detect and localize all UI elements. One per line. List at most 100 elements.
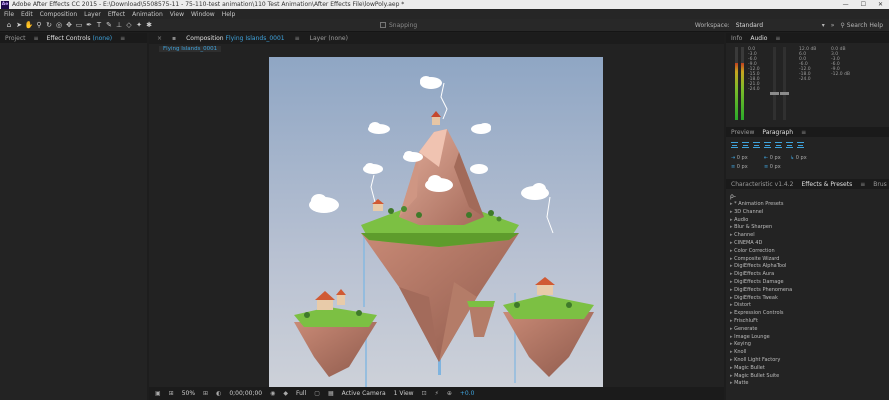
resolution-dropdown[interactable]: Full (296, 390, 306, 397)
region-icon[interactable]: ⊞ (169, 390, 174, 397)
menu-file[interactable]: File (4, 11, 14, 18)
list-item[interactable]: Distort (730, 302, 885, 310)
indent-left-field[interactable]: ⇥ 0 px (731, 155, 748, 161)
pixel-aspect-icon[interactable]: ⊡ (422, 390, 427, 397)
channel-icon[interactable]: ◆ (283, 390, 288, 397)
menu-view[interactable]: View (170, 11, 184, 18)
lock-icon[interactable]: ▪ (172, 35, 176, 42)
list-item[interactable]: DigiEffects AlphaTool (730, 263, 885, 271)
eraser-icon[interactable]: ◇ (124, 20, 134, 30)
clone-stamp-icon[interactable]: ⊥ (114, 20, 124, 30)
panel-menu-icon[interactable]: ≡ (120, 35, 125, 42)
list-item[interactable]: Color Correction (730, 248, 885, 256)
list-item[interactable]: Image Lounge (730, 334, 885, 342)
always-preview-icon[interactable]: ▣ (155, 390, 161, 397)
list-item[interactable]: * Animation Presets (730, 201, 885, 209)
menu-edit[interactable]: Edit (21, 11, 33, 18)
fast-preview-icon[interactable]: ⚡ (435, 390, 439, 397)
tab-layer[interactable]: Layer (none) (310, 35, 348, 42)
menu-layer[interactable]: Layer (84, 11, 101, 18)
tab-composition[interactable]: Composition Flying Islands_0001 (186, 35, 285, 42)
list-item[interactable]: Magic Bullet Suite (730, 373, 885, 381)
list-item[interactable]: DigiEffects Tweak (730, 295, 885, 303)
region-of-interest-icon[interactable]: ▢ (314, 390, 320, 397)
list-item[interactable]: Matte (730, 380, 885, 388)
pen-icon[interactable]: ✒ (84, 20, 94, 30)
list-item[interactable]: CINEMA 4D (730, 240, 885, 248)
justify-all-icon[interactable] (797, 142, 804, 148)
align-right-icon[interactable] (753, 142, 760, 148)
roto-brush-icon[interactable]: ✦ (134, 20, 144, 30)
panel-menu-icon[interactable]: ≡ (295, 35, 300, 42)
list-item[interactable]: Composite Wizard (730, 256, 885, 264)
composition-flowchart-tab[interactable]: Flying Islands_0001 (159, 45, 222, 52)
workspace-dropdown[interactable]: Standard (736, 22, 816, 29)
list-item[interactable]: Keying (730, 341, 885, 349)
flowchart-icon[interactable]: ⊕ (447, 390, 452, 397)
list-item[interactable]: Channel (730, 232, 885, 240)
menu-help[interactable]: Help (222, 11, 236, 18)
maximize-icon[interactable]: ☐ (861, 1, 866, 8)
selection-icon[interactable]: ➤ (14, 20, 24, 30)
grid-icon[interactable]: ⊞ (203, 390, 208, 397)
list-item[interactable]: Knoll (730, 349, 885, 357)
snapping-checkbox[interactable] (380, 22, 386, 28)
volume-slider-right[interactable] (783, 47, 786, 120)
menu-composition[interactable]: Composition (40, 11, 77, 18)
indent-first-line-field[interactable]: ↳ 0 px (790, 155, 807, 161)
exposure-value[interactable]: +0.0 (460, 390, 475, 397)
panel-menu-icon[interactable]: ≡ (860, 181, 865, 188)
menu-animation[interactable]: Animation (132, 11, 163, 18)
justify-last-left-icon[interactable] (764, 142, 771, 148)
minimize-icon[interactable]: — (843, 1, 849, 8)
rotate-icon[interactable]: ↻ (44, 20, 54, 30)
camera-dropdown[interactable]: Active Camera (342, 390, 386, 397)
close-icon[interactable]: ✕ (878, 1, 883, 8)
workspace-menu-icon[interactable]: » (831, 22, 835, 29)
home-icon[interactable]: ⌂ (4, 20, 14, 30)
current-time[interactable]: 0;00;00;00 (229, 390, 262, 397)
space-before-field[interactable]: ≡ 0 px (731, 164, 748, 170)
tab-effects-presets[interactable]: Effects & Presets (801, 181, 852, 188)
align-center-icon[interactable] (742, 142, 749, 148)
search-icon[interactable]: ⚲ (840, 22, 844, 29)
align-left-icon[interactable] (731, 142, 738, 148)
camera-orbit-icon[interactable]: ◎ (54, 20, 64, 30)
panel-menu-icon[interactable]: ≡ (801, 129, 806, 136)
type-icon[interactable]: T (94, 20, 104, 30)
brush-icon[interactable]: ✎ (104, 20, 114, 30)
list-item[interactable]: DigiEffects Damage (730, 279, 885, 287)
list-item[interactable]: DigiEffects Aura (730, 271, 885, 279)
panel-menu-icon[interactable]: ≡ (775, 35, 780, 42)
list-item[interactable]: Magic Bullet (730, 365, 885, 373)
tab-characteristic[interactable]: Characteristic v1.4.2 (731, 181, 793, 188)
tab-effect-controls[interactable]: Effect Controls (none) (47, 35, 113, 42)
list-item[interactable]: FrischluFt (730, 318, 885, 326)
tab-preview[interactable]: Preview (731, 129, 754, 136)
close-icon[interactable]: × (157, 35, 162, 42)
transparency-grid-icon[interactable]: ▦ (328, 390, 334, 397)
zoom-icon[interactable]: ⚲ (34, 20, 44, 30)
space-after-field[interactable]: ≡ 0 px (764, 164, 781, 170)
list-item[interactable]: DigiEffects Phenomena (730, 287, 885, 295)
tab-project[interactable]: Project (5, 35, 26, 42)
list-item[interactable]: 3D Channel (730, 209, 885, 217)
list-item[interactable]: Expression Controls (730, 310, 885, 318)
effects-search-input[interactable]: ρ- (730, 192, 885, 200)
chevron-down-icon[interactable]: ▾ (822, 22, 825, 29)
snapshot-icon[interactable]: ◉ (270, 390, 275, 397)
tab-brushes[interactable]: Brus (873, 181, 887, 188)
panel-menu-icon[interactable]: ≡ (34, 35, 39, 42)
rectangle-icon[interactable]: ▭ (74, 20, 84, 30)
list-item[interactable]: Blur & Sharpen (730, 224, 885, 232)
justify-last-right-icon[interactable] (786, 142, 793, 148)
tab-paragraph[interactable]: Paragraph (762, 129, 793, 136)
search-help-field[interactable]: Search Help (847, 22, 883, 29)
hand-icon[interactable]: ✋ (24, 20, 34, 30)
justify-last-center-icon[interactable] (775, 142, 782, 148)
slider-handle[interactable] (780, 92, 789, 95)
menu-effect[interactable]: Effect (108, 11, 125, 18)
slider-handle[interactable] (770, 92, 779, 95)
composition-viewer[interactable] (269, 57, 603, 387)
volume-slider-left[interactable] (773, 47, 776, 120)
